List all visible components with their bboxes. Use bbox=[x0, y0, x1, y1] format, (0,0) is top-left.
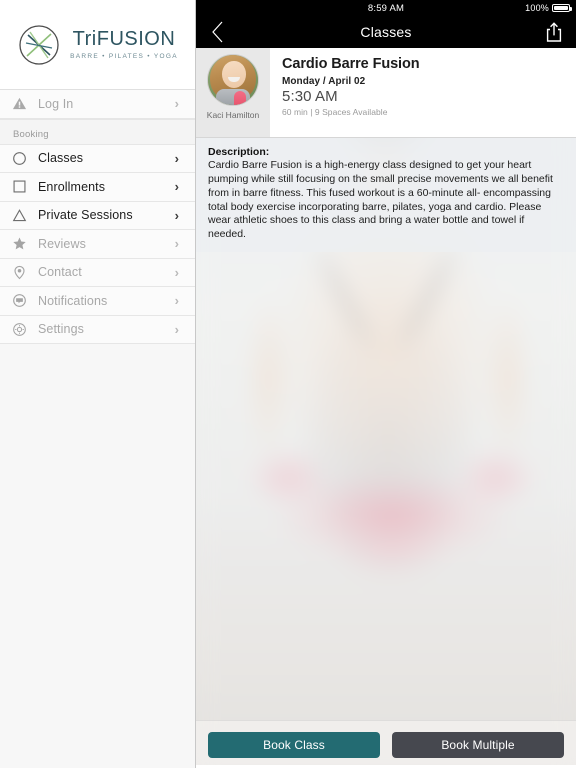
location-pin-icon bbox=[0, 265, 38, 280]
brand-wordmark: TriFUSION BARRE • PILATES • YOGA bbox=[70, 29, 178, 60]
sidebar-item-label: Enrollments bbox=[38, 179, 106, 194]
app-root: TriFUSION BARRE • PILATES • YOGA Log In … bbox=[0, 0, 576, 768]
chevron-right-icon: › bbox=[174, 179, 179, 195]
sidebar-item-label: Reviews bbox=[38, 236, 86, 251]
sidebar-top-group: Log In › bbox=[0, 90, 195, 119]
status-bar: 8:59 AM 100% bbox=[196, 0, 576, 16]
page-title: Classes bbox=[360, 24, 412, 40]
sidebar: TriFUSION BARRE • PILATES • YOGA Log In … bbox=[0, 0, 196, 768]
chevron-right-icon: › bbox=[174, 96, 179, 112]
triangle-icon bbox=[0, 208, 38, 223]
sidebar-booking-group: Classes › Enrollments › Private Sessions… bbox=[0, 144, 195, 344]
sidebar-item-classes[interactable]: Classes › bbox=[0, 144, 195, 173]
battery-percent-label: 100% bbox=[525, 3, 549, 13]
class-description: Description: Cardio Barre Fusion is a hi… bbox=[196, 138, 576, 253]
trifusion-circle-logo-icon bbox=[17, 23, 61, 67]
nav-bar: Classes bbox=[196, 16, 576, 48]
chevron-right-icon: › bbox=[174, 293, 179, 309]
chevron-right-icon: › bbox=[174, 321, 179, 337]
battery-full-icon bbox=[552, 3, 572, 13]
sidebar-item-notifications[interactable]: Notifications › bbox=[0, 287, 195, 316]
share-button[interactable] bbox=[532, 16, 576, 48]
class-date: Monday / April 02 bbox=[282, 75, 366, 87]
sidebar-item-enrollments[interactable]: Enrollments › bbox=[0, 173, 195, 202]
circle-icon bbox=[0, 151, 38, 166]
sidebar-item-settings[interactable]: Settings › bbox=[0, 315, 195, 344]
class-header-card: Kaci Hamilton Cardio Barre Fusion Monday… bbox=[196, 48, 576, 138]
sidebar-item-contact[interactable]: Contact › bbox=[0, 258, 195, 287]
star-icon bbox=[0, 236, 38, 251]
class-time: 5:30 AM bbox=[282, 87, 338, 105]
status-time: 8:59 AM bbox=[367, 2, 405, 14]
book-class-button[interactable]: Book Class bbox=[208, 731, 380, 758]
sidebar-section-booking: Booking bbox=[0, 118, 195, 145]
square-icon bbox=[0, 179, 38, 194]
description-label: Description: bbox=[208, 146, 270, 158]
sidebar-item-label: Notifications bbox=[38, 293, 108, 308]
sidebar-empty-area bbox=[0, 344, 195, 768]
class-title: Cardio Barre Fusion bbox=[282, 56, 420, 72]
sidebar-item-label: Classes bbox=[38, 151, 84, 166]
instructor-name: Kaci Hamilton bbox=[206, 110, 260, 120]
share-icon bbox=[546, 22, 562, 42]
instructor-block[interactable]: Kaci Hamilton bbox=[196, 48, 270, 137]
instructor-avatar bbox=[207, 54, 259, 106]
sidebar-item-label: Private Sessions bbox=[38, 208, 133, 223]
sidebar-item-label: Settings bbox=[38, 322, 84, 337]
chevron-right-icon: › bbox=[174, 150, 179, 166]
sidebar-item-log-in[interactable]: Log In › bbox=[0, 90, 195, 119]
status-battery-group: 100% bbox=[525, 3, 572, 13]
warning-triangle-icon bbox=[0, 96, 38, 111]
gear-icon bbox=[0, 322, 38, 337]
chevron-left-icon bbox=[211, 21, 222, 43]
sidebar-section-label: Booking bbox=[13, 128, 49, 140]
chevron-right-icon: › bbox=[174, 207, 179, 223]
class-info: Cardio Barre Fusion Monday / April 02 5:… bbox=[270, 48, 576, 137]
brand-tagline: BARRE • PILATES • YOGA bbox=[70, 53, 178, 60]
chevron-right-icon: › bbox=[174, 264, 179, 280]
action-bar: Book Class Book Multiple bbox=[196, 720, 576, 768]
brand-header: TriFUSION BARRE • PILATES • YOGA bbox=[0, 0, 195, 90]
sidebar-item-reviews[interactable]: Reviews › bbox=[0, 230, 195, 259]
sidebar-item-label: Log In bbox=[38, 96, 74, 111]
chevron-right-icon: › bbox=[174, 236, 179, 252]
book-multiple-button[interactable]: Book Multiple bbox=[392, 731, 564, 758]
brand-name: TriFUSION bbox=[72, 28, 176, 50]
description-text: Cardio Barre Fusion is a high-energy cla… bbox=[208, 159, 553, 241]
class-meta: 60 min | 9 Spaces Available bbox=[282, 106, 388, 117]
back-button[interactable] bbox=[196, 16, 238, 48]
sidebar-item-label: Contact bbox=[38, 265, 82, 280]
detail-pane: 8:59 AM 100% Classes Kaci Hamilton Cardi… bbox=[196, 0, 576, 768]
sidebar-item-private-sessions[interactable]: Private Sessions › bbox=[0, 201, 195, 230]
chat-bubble-icon bbox=[0, 293, 38, 308]
